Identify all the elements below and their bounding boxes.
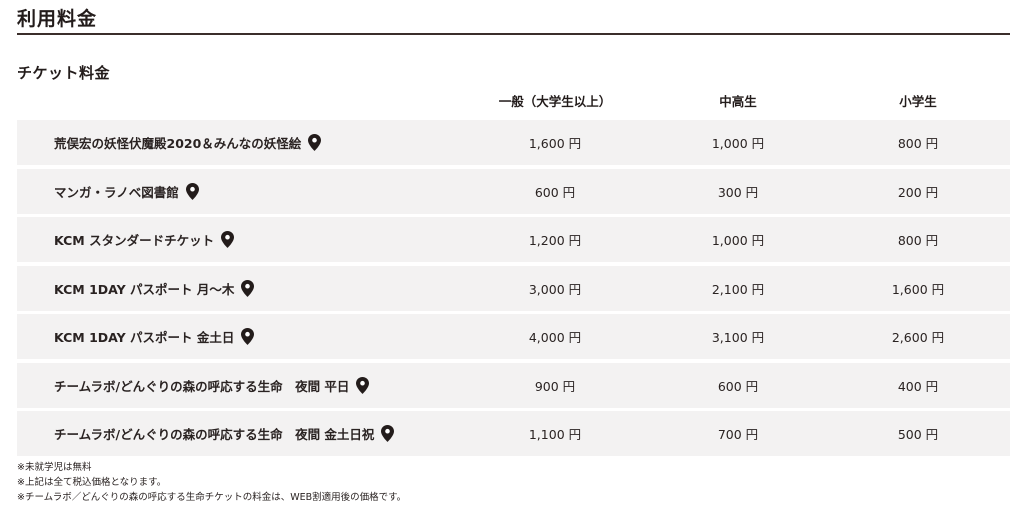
ticket-name-cell: マンガ・ラノベ図書館	[54, 169, 199, 214]
table-row: KCM 1DAY パスポート 金土日 4,000 円 3,100 円 2,600…	[17, 314, 1010, 359]
table-row: 荒俣宏の妖怪伏魔殿2020＆みんなの妖怪絵 1,600 円 1,000 円 80…	[17, 120, 1010, 165]
price-middle-high: 1,000 円	[711, 136, 765, 151]
price-middle-high: 1,000 円	[711, 233, 765, 248]
price-general: 900 円	[534, 378, 576, 394]
section-title: チケット料金	[17, 64, 111, 82]
map-pin-icon[interactable]	[221, 231, 235, 248]
price-elementary: 1,600 円	[891, 281, 945, 297]
ticket-name-cell: 荒俣宏の妖怪伏魔殿2020＆みんなの妖怪絵	[54, 120, 322, 165]
price-elementary: 500 円	[897, 427, 939, 442]
ticket-name: 荒俣宏の妖怪伏魔殿2020＆みんなの妖怪絵	[54, 136, 302, 151]
price-middle-high: 300 円	[717, 184, 759, 200]
column-header-general: 一般（大学生以上）	[498, 94, 612, 109]
ticket-name-cell: チームラボ/どんぐりの森の呼応する生命 夜間 平日	[54, 363, 370, 408]
table-row: チームラボ/どんぐりの森の呼応する生命 夜間 平日 900 円 600 円 40…	[17, 362, 1010, 408]
price-elementary: 800 円	[897, 136, 939, 151]
price-general: 600 円	[534, 184, 576, 200]
map-pin-icon[interactable]	[308, 134, 322, 151]
footnotes: ※未就学児は無料 ※上記は全て税込価格となります。 ※チームラボ／どんぐりの森の…	[17, 460, 406, 505]
map-pin-icon[interactable]	[356, 376, 370, 394]
footnote: ※上記は全て税込価格となります。	[17, 477, 167, 488]
price-elementary: 2,600 円	[891, 330, 945, 345]
table-row: マンガ・ラノベ図書館 600 円 300 円 200 円	[17, 168, 1010, 214]
price-elementary: 200 円	[897, 184, 939, 200]
ticket-name-cell: KCM 1DAY パスポート 金土日	[54, 314, 255, 359]
map-pin-icon[interactable]	[241, 328, 255, 345]
table-row: KCM スタンダードチケット 1,200 円 1,000 円 800 円	[17, 217, 1010, 262]
price-general: 1,600 円	[528, 136, 582, 151]
price-general: 4,000 円	[528, 330, 582, 345]
column-header-elementary: 小学生	[899, 94, 937, 109]
ticket-name: KCM スタンダードチケット	[54, 233, 215, 248]
table-row: KCM 1DAY パスポート 月～木 3,000 円 2,100 円 1,600…	[17, 265, 1010, 311]
ticket-name-cell: KCM 1DAY パスポート 月～木	[54, 266, 255, 311]
ticket-name: KCM 1DAY パスポート 金土日	[54, 330, 235, 345]
page-title: 利用料金	[17, 8, 98, 30]
price-elementary: 400 円	[897, 378, 939, 394]
price-middle-high: 2,100 円	[711, 281, 765, 297]
price-middle-high: 700 円	[717, 427, 759, 442]
ticket-name: チームラボ/どんぐりの森の呼応する生命 夜間 金土日祝	[54, 427, 375, 442]
ticket-name: マンガ・ラノベ図書館	[54, 184, 179, 200]
map-pin-icon[interactable]	[241, 279, 255, 297]
map-pin-icon[interactable]	[381, 425, 395, 442]
map-pin-icon[interactable]	[185, 182, 199, 200]
table-row: チームラボ/どんぐりの森の呼応する生命 夜間 金土日祝 1,100 円 700 …	[17, 411, 1010, 456]
price-elementary: 800 円	[897, 233, 939, 248]
title-divider	[17, 33, 1010, 35]
price-general: 1,200 円	[528, 233, 582, 248]
price-middle-high: 600 円	[717, 378, 759, 394]
ticket-name: KCM 1DAY パスポート 月～木	[54, 281, 235, 297]
price-general: 1,100 円	[528, 427, 582, 442]
price-middle-high: 3,100 円	[711, 330, 765, 345]
ticket-name-cell: KCM スタンダードチケット	[54, 217, 235, 262]
footnote: ※チームラボ／どんぐりの森の呼応する生命チケットの料金は、WEB割適用後の価格で…	[17, 492, 407, 503]
ticket-name-cell: チームラボ/どんぐりの森の呼応する生命 夜間 金土日祝	[54, 411, 395, 456]
footnote: ※未就学児は無料	[17, 462, 92, 473]
price-general: 3,000 円	[528, 281, 582, 297]
price-table: 荒俣宏の妖怪伏魔殿2020＆みんなの妖怪絵 1,600 円 1,000 円 80…	[17, 120, 1010, 460]
ticket-name: チームラボ/どんぐりの森の呼応する生命 夜間 平日	[54, 378, 350, 394]
column-header-middle-high: 中高生	[719, 94, 757, 109]
